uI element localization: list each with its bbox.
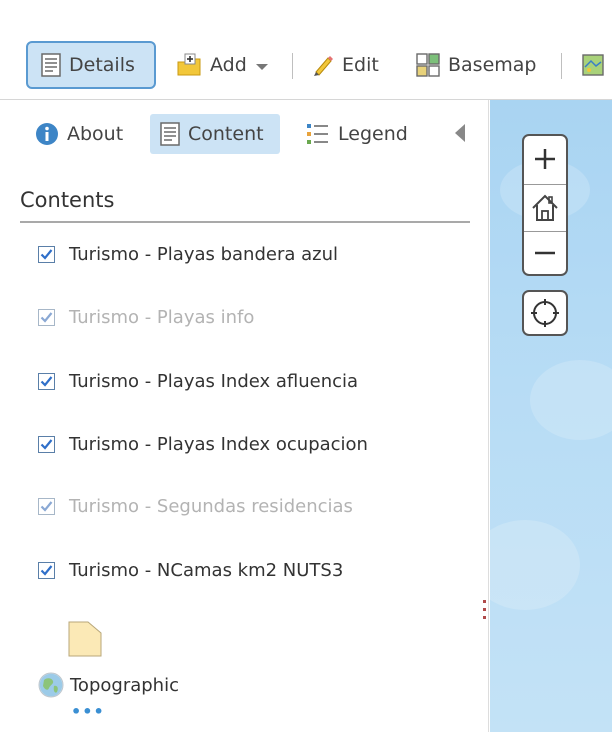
globe-icon: [38, 672, 64, 698]
locate-icon: [531, 299, 559, 327]
checkbox-checked-icon[interactable]: [38, 435, 55, 453]
tab-about-label: About: [67, 123, 124, 145]
checkbox-checked-icon[interactable]: [38, 308, 55, 326]
checkbox-checked-icon[interactable]: [38, 561, 55, 579]
panel-resize-handle[interactable]: [483, 600, 487, 630]
ellipsis-icon[interactable]: •••: [71, 704, 105, 720]
layer-item[interactable]: Turismo - Playas info: [38, 304, 254, 330]
legend-list-icon: [307, 124, 328, 144]
layer-label[interactable]: Turismo - Playas Index ocupacion: [69, 434, 368, 455]
top-toolbar: Details Add Edit Basemap: [0, 30, 612, 100]
layer-label[interactable]: Turismo - Playas bandera azul: [69, 244, 338, 265]
map-texture: [530, 360, 612, 440]
details-button[interactable]: Details: [26, 41, 156, 89]
pencil-icon: [314, 56, 333, 76]
content-list-icon: [160, 122, 180, 146]
details-label: Details: [69, 54, 135, 76]
edit-label: Edit: [342, 54, 379, 76]
basemap-item[interactable]: Topographic: [38, 671, 179, 699]
add-button[interactable]: Add: [176, 41, 268, 89]
checkbox-checked-icon[interactable]: [38, 245, 55, 263]
layer-item[interactable]: Turismo - NCamas km2 NUTS3: [38, 557, 343, 583]
default-extent-button[interactable]: [524, 184, 566, 232]
locate-button[interactable]: [522, 290, 568, 336]
checkbox-checked-icon[interactable]: [38, 372, 55, 390]
zoom-in-icon: [535, 149, 555, 169]
basemap-button[interactable]: Basemap: [416, 41, 536, 89]
checkbox-checked-icon[interactable]: [38, 497, 55, 515]
add-label: Add: [210, 54, 247, 76]
layer-item[interactable]: Turismo - Segundas residencias: [38, 493, 353, 519]
home-icon: [532, 194, 558, 221]
section-divider: [20, 221, 470, 223]
toolbar-divider: [561, 53, 562, 79]
layer-label[interactable]: Turismo - Segundas residencias: [69, 496, 353, 517]
layer-item[interactable]: Turismo - Playas bandera azul: [38, 241, 338, 267]
tab-legend[interactable]: Legend: [306, 114, 408, 154]
layer-label[interactable]: Turismo - NCamas km2 NUTS3: [69, 560, 343, 581]
tab-about[interactable]: About: [35, 114, 123, 154]
layer-label[interactable]: Turismo - Playas info: [69, 307, 254, 328]
polygon-symbol-icon: [68, 621, 102, 657]
map-icon: [582, 54, 604, 76]
zoom-out-button[interactable]: [524, 230, 566, 274]
zoom-in-button[interactable]: [524, 136, 566, 182]
map-view[interactable]: [490, 100, 612, 732]
tab-content[interactable]: Content: [150, 114, 280, 154]
map-texture: [490, 520, 580, 610]
layer-item[interactable]: Turismo - Playas Index ocupacion: [38, 431, 368, 457]
info-icon: [36, 123, 58, 145]
tab-content-label: Content: [188, 123, 264, 145]
add-layer-icon: [177, 53, 201, 76]
basemap-grid-icon: [416, 53, 440, 77]
details-panel: About Content Legend Contents Turismo - …: [0, 100, 489, 732]
edit-button[interactable]: Edit: [312, 41, 379, 89]
zoom-controls: [522, 134, 568, 276]
tab-legend-label: Legend: [338, 123, 408, 145]
toolbar-divider: [292, 53, 293, 79]
layer-label[interactable]: Turismo - Playas Index afluencia: [69, 371, 358, 392]
map-tools-button[interactable]: [582, 41, 604, 89]
basemap-label: Basemap: [448, 54, 537, 76]
chevron-down-icon: [255, 63, 268, 70]
layer-item[interactable]: Turismo - Playas Index afluencia: [38, 368, 358, 394]
collapse-panel-icon[interactable]: [455, 124, 465, 142]
details-icon: [41, 53, 61, 77]
zoom-out-icon: [535, 251, 555, 255]
section-title: Contents: [20, 188, 115, 212]
basemap-label: Topographic: [70, 674, 179, 696]
